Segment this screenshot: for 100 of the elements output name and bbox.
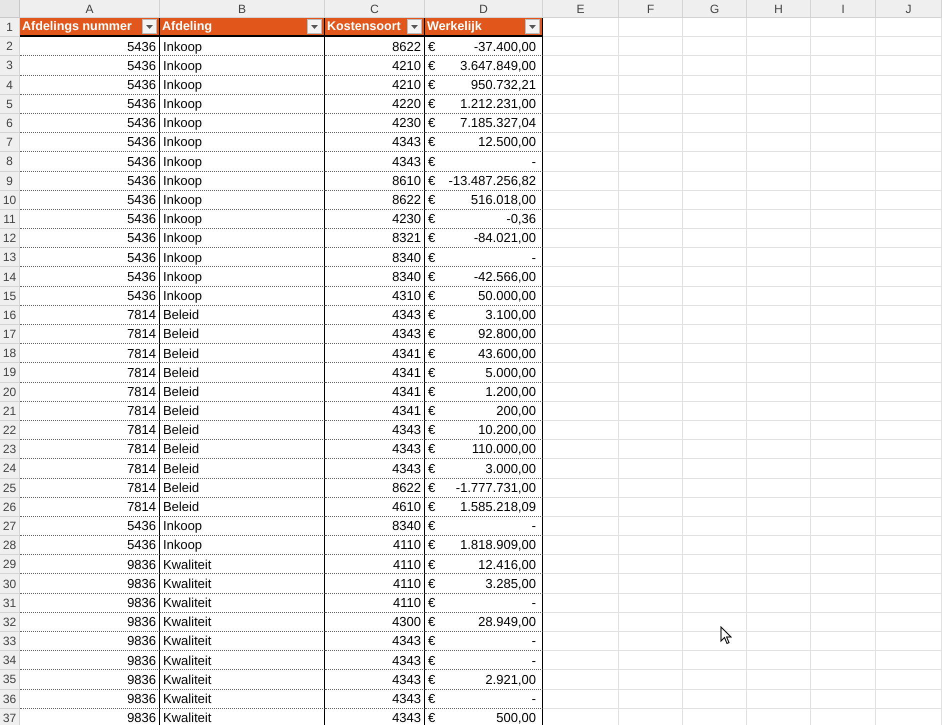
empty-cell[interactable] (683, 306, 747, 325)
empty-cell[interactable] (683, 594, 747, 613)
select-all-corner[interactable] (0, 0, 20, 18)
empty-cell[interactable] (543, 402, 619, 421)
empty-cell[interactable] (619, 325, 683, 344)
empty-cell[interactable] (876, 536, 942, 556)
empty-cell[interactable] (619, 286, 683, 306)
empty-cell[interactable] (811, 478, 876, 498)
empty-cell[interactable] (811, 344, 876, 364)
empty-cell[interactable] (811, 651, 876, 670)
empty-cell[interactable] (683, 76, 747, 95)
column-header[interactable]: D (425, 0, 543, 18)
empty-cell[interactable] (876, 325, 942, 344)
empty-cell[interactable] (683, 651, 747, 670)
empty-cell[interactable] (543, 612, 619, 632)
empty-cell[interactable] (619, 651, 683, 670)
empty-cell[interactable] (747, 632, 811, 652)
empty-cell[interactable] (619, 478, 683, 498)
column-header[interactable]: H (747, 0, 811, 18)
empty-cell[interactable] (543, 574, 619, 594)
row-header[interactable]: 15 (0, 286, 20, 306)
row-header[interactable]: 5 (0, 94, 20, 114)
row-header[interactable]: 9 (0, 172, 20, 191)
empty-cell[interactable] (876, 267, 942, 287)
empty-cell[interactable] (876, 594, 942, 613)
empty-cell[interactable] (543, 210, 619, 230)
empty-cell[interactable] (747, 382, 811, 402)
empty-cell[interactable] (747, 574, 811, 594)
empty-cell[interactable] (683, 498, 747, 517)
row-header[interactable]: 12 (0, 229, 20, 248)
row-header[interactable]: 14 (0, 267, 20, 287)
empty-cell[interactable] (747, 94, 811, 114)
empty-cell[interactable] (543, 286, 619, 306)
filter-dropdown-button[interactable] (307, 19, 322, 34)
empty-cell[interactable] (811, 363, 876, 383)
empty-cell[interactable] (543, 690, 619, 709)
row-header[interactable]: 37 (0, 708, 20, 725)
row-header[interactable]: 33 (0, 632, 20, 652)
empty-cell[interactable] (876, 286, 942, 306)
filter-dropdown-button[interactable] (525, 19, 540, 34)
empty-cell[interactable] (619, 56, 683, 76)
empty-cell[interactable] (543, 94, 619, 114)
empty-cell[interactable] (747, 133, 811, 152)
empty-cell[interactable] (619, 76, 683, 95)
empty-cell[interactable] (543, 363, 619, 383)
empty-cell[interactable] (811, 555, 876, 574)
empty-cell[interactable] (747, 402, 811, 421)
empty-cell[interactable] (683, 478, 747, 498)
empty-cell[interactable] (683, 574, 747, 594)
empty-cell[interactable] (811, 267, 876, 287)
row-header[interactable]: 26 (0, 498, 20, 517)
row-header[interactable]: 16 (0, 306, 20, 325)
empty-cell[interactable] (619, 574, 683, 594)
row-header[interactable]: 13 (0, 248, 20, 268)
empty-cell[interactable] (543, 632, 619, 652)
empty-cell[interactable] (876, 94, 942, 114)
empty-cell[interactable] (543, 37, 619, 56)
empty-cell[interactable] (876, 152, 942, 172)
row-header[interactable]: 19 (0, 363, 20, 383)
empty-cell[interactable] (543, 114, 619, 134)
empty-cell[interactable] (543, 459, 619, 478)
row-header[interactable]: 36 (0, 690, 20, 709)
empty-cell[interactable] (876, 420, 942, 440)
empty-cell[interactable] (876, 478, 942, 498)
empty-cell[interactable] (811, 459, 876, 478)
row-header[interactable]: 34 (0, 651, 20, 670)
empty-cell[interactable] (747, 651, 811, 670)
empty-cell[interactable] (876, 363, 942, 383)
column-header[interactable]: J (876, 0, 942, 18)
empty-cell[interactable] (683, 690, 747, 709)
empty-cell[interactable] (619, 536, 683, 556)
empty-cell[interactable] (683, 344, 747, 364)
empty-cell[interactable] (876, 172, 942, 191)
column-header[interactable]: E (543, 0, 619, 18)
empty-cell[interactable] (747, 114, 811, 134)
empty-cell[interactable] (876, 651, 942, 670)
empty-cell[interactable] (876, 18, 942, 38)
empty-cell[interactable] (543, 594, 619, 613)
empty-cell[interactable] (543, 670, 619, 690)
empty-cell[interactable] (876, 114, 942, 134)
filter-dropdown-button[interactable] (142, 19, 157, 34)
empty-cell[interactable] (747, 594, 811, 613)
empty-cell[interactable] (619, 344, 683, 364)
empty-cell[interactable] (876, 229, 942, 248)
empty-cell[interactable] (876, 440, 942, 460)
empty-cell[interactable] (747, 306, 811, 325)
row-header[interactable]: 17 (0, 325, 20, 344)
empty-cell[interactable] (876, 555, 942, 574)
empty-cell[interactable] (619, 670, 683, 690)
empty-cell[interactable] (747, 152, 811, 172)
empty-cell[interactable] (811, 190, 876, 210)
column-header[interactable]: B (160, 0, 325, 18)
empty-cell[interactable] (543, 440, 619, 460)
row-header[interactable]: 31 (0, 594, 20, 613)
empty-cell[interactable] (747, 612, 811, 632)
empty-cell[interactable] (747, 286, 811, 306)
empty-cell[interactable] (543, 152, 619, 172)
row-header[interactable]: 23 (0, 440, 20, 460)
empty-cell[interactable] (811, 152, 876, 172)
empty-cell[interactable] (543, 516, 619, 536)
